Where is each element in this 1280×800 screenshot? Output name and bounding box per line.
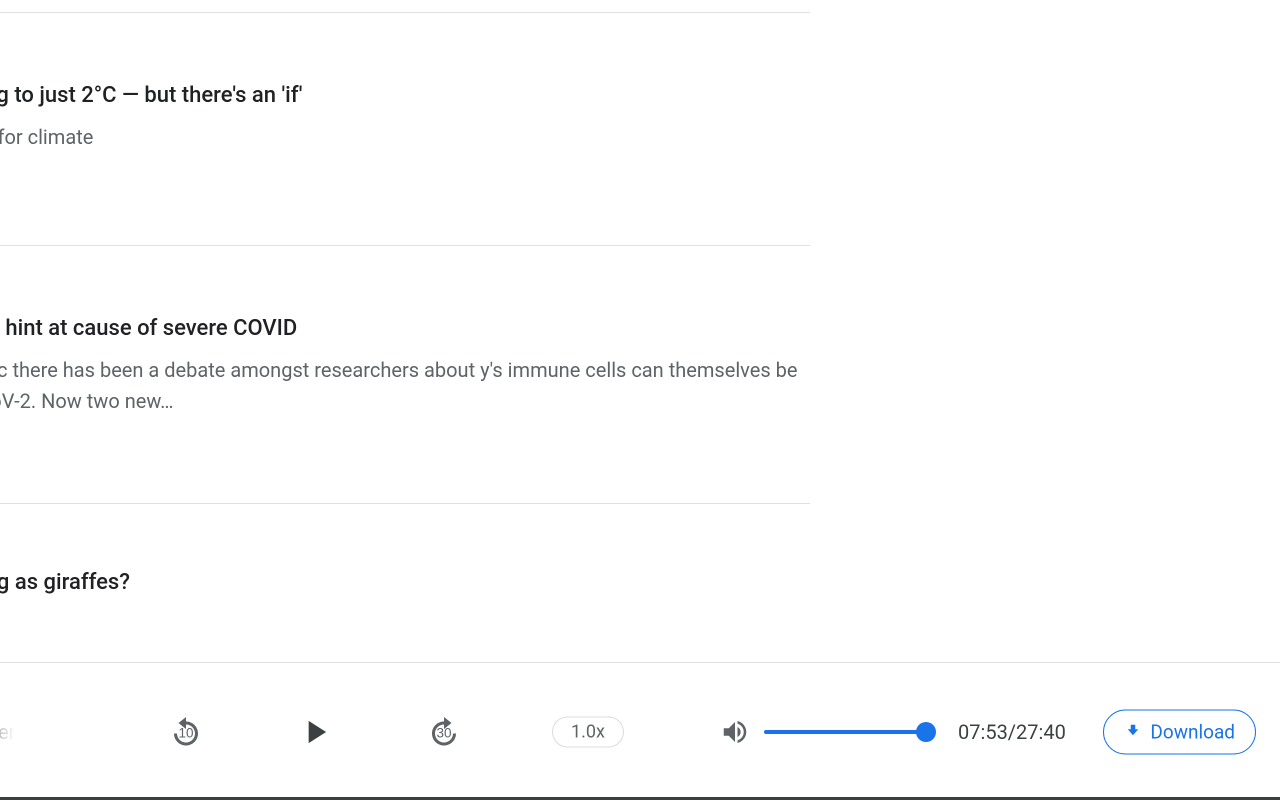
episode-title: ole rats live as long as giraffes? <box>0 568 810 599</box>
episode-title: mit global warming to just 2°C — but the… <box>0 81 810 112</box>
play-icon[interactable] <box>296 713 334 751</box>
volume-icon[interactable] <box>720 717 750 747</box>
svg-text:30: 30 <box>436 725 451 740</box>
volume-slider-thumb[interactable] <box>916 722 936 742</box>
time-display: 07:53/27:40 <box>958 720 1066 744</box>
episode-item[interactable]: mit global warming to just 2°C — but the… <box>0 13 810 245</box>
now-playing-title: ke you a better <box>0 720 15 744</box>
download-label: Download <box>1150 720 1235 743</box>
rewind-10-icon[interactable]: 10 <box>168 714 204 750</box>
episode-item[interactable]: cted immune cells hint at cause of sever… <box>0 246 810 503</box>
download-button[interactable]: Download <box>1103 709 1256 754</box>
volume-slider[interactable] <box>764 730 928 734</box>
episode-title: cted immune cells hint at cause of sever… <box>0 314 810 345</box>
episode-item[interactable]: ole rats live as long as giraffes? <box>0 504 810 633</box>
forward-30-icon[interactable]: 30 <box>426 714 462 750</box>
episode-description: 26 promises will do for climate <box>0 122 810 153</box>
audio-player-bar: ke you a better 10 30 1.0x 07:53/27:40 <box>0 662 1280 800</box>
episode-list: mit global warming to just 2°C — but the… <box>0 0 810 632</box>
svg-text:10: 10 <box>178 725 193 740</box>
playback-speed-button[interactable]: 1.0x <box>552 716 624 747</box>
episode-description: ning of the pandemic there has been a de… <box>0 355 810 417</box>
